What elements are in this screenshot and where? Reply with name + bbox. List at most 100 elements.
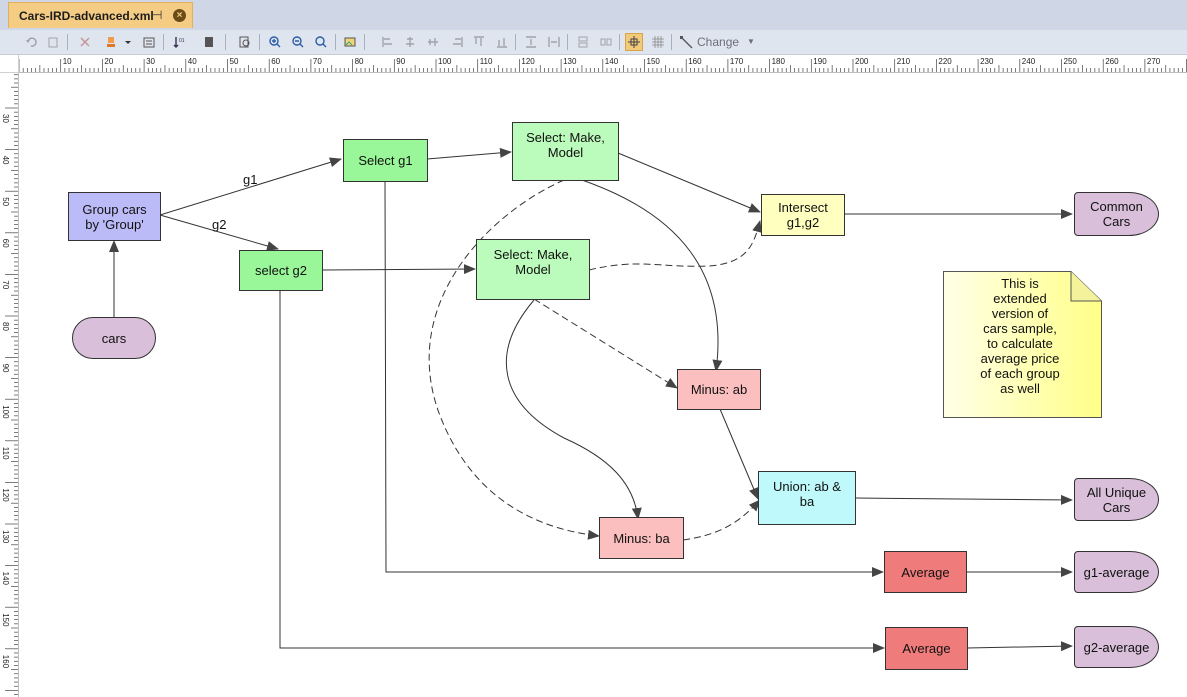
edge-select-make-model-b-to-minus-ab	[533, 298, 678, 389]
toolbar-separator	[567, 34, 568, 50]
common-cars-output[interactable]: Common Cars	[1074, 192, 1159, 236]
pin-icon[interactable]: ⊣	[152, 8, 162, 22]
align-middle-icon[interactable]	[424, 33, 442, 51]
ruler-label: 40	[1, 156, 10, 165]
ruler-label: 60	[271, 57, 280, 66]
toolbar-separator	[671, 34, 672, 50]
ruler-label: 230	[980, 57, 994, 66]
ruler-label: 90	[396, 57, 405, 66]
align-top-icon[interactable]	[470, 33, 488, 51]
diagram-toolbar: 01 Change ▼	[0, 30, 1187, 55]
ruler-label: 80	[355, 57, 364, 66]
ruler-label: 180	[772, 57, 786, 66]
ruler-label: 270	[1147, 57, 1161, 66]
document-tab-bar: Cars-IRD-advanced.xml ⊣ ×	[0, 0, 1187, 30]
ruler-corner	[0, 55, 19, 73]
ruler-label: 150	[1, 613, 10, 627]
edge-select-make-model-a-to-minus-ba	[428, 179, 600, 540]
comment-note[interactable]: This is extended version of cars sample,…	[943, 271, 1102, 418]
ruler-label: 40	[188, 57, 197, 66]
edge-minus-ab-to-union	[719, 408, 759, 500]
same-width-icon[interactable]	[597, 33, 615, 51]
close-icon[interactable]: ×	[173, 9, 186, 22]
properties-icon[interactable]	[140, 33, 158, 51]
g2-average-output[interactable]: g2-average	[1074, 626, 1159, 668]
undo-icon[interactable]	[22, 33, 40, 51]
ruler-label: 30	[146, 57, 155, 66]
redo-icon[interactable]	[44, 33, 62, 51]
ruler-label: 30	[1, 114, 10, 123]
diagram-canvas[interactable]: Group cars by 'Group' cars Select g1 sel…	[19, 73, 1187, 697]
toolbar-separator	[163, 34, 164, 50]
edge-average-g2-to-g2-average	[966, 641, 1073, 652]
edge-group-to-select-g1	[159, 157, 342, 216]
g1-average-output[interactable]: g1-average	[1074, 551, 1159, 593]
edge-select-make-model-b-to-minus-ba	[505, 299, 642, 520]
ruler-label: 120	[521, 57, 535, 66]
ruler-label: 200	[855, 57, 869, 66]
align-center-icon[interactable]	[401, 33, 419, 51]
edge-select-g2-to-select-make-model-b	[322, 264, 476, 275]
change-label: Change	[697, 35, 740, 49]
toolbar-separator	[259, 34, 260, 50]
edge-select-make-model-b-to-intersect	[588, 220, 762, 271]
ruler-label: 160	[1, 655, 10, 669]
ruler-label: 60	[1, 239, 10, 248]
ruler-label: 160	[688, 57, 702, 66]
align-right-icon[interactable]	[448, 33, 466, 51]
zoom-out-icon[interactable]	[289, 33, 307, 51]
toolbar-separator	[225, 34, 226, 50]
image-export-icon[interactable]	[341, 33, 359, 51]
intersect-node[interactable]: Intersect g1,g2	[761, 194, 845, 236]
same-height-icon[interactable]	[574, 33, 592, 51]
average-g2-node[interactable]: Average	[885, 627, 968, 670]
delete-icon[interactable]	[76, 33, 94, 51]
cars-terminal[interactable]: cars	[72, 317, 156, 359]
ruler-label: 80	[1, 322, 10, 331]
vertical-ruler: 30405060708090100110120130140150160170	[0, 73, 19, 697]
ruler-label: 120	[1, 488, 10, 502]
toolbar-separator	[335, 34, 336, 50]
all-unique-cars-output[interactable]: All Unique Cars	[1074, 478, 1159, 521]
document-tab-title: Cars-IRD-advanced.xml	[19, 9, 154, 23]
select-make-model-node[interactable]: Select: Make, Model	[512, 122, 619, 181]
chevron-down-icon[interactable]	[119, 33, 131, 51]
chevron-down-icon: ▼	[747, 37, 755, 46]
change-dropdown[interactable]: Change ▼	[678, 33, 756, 51]
minus-ba-node[interactable]: Minus: ba	[599, 517, 684, 559]
select-g2-node[interactable]: select g2	[239, 250, 323, 291]
note-text: This is extended version of cars sample,…	[980, 276, 1060, 396]
ruler-label: 170	[730, 57, 744, 66]
ruler-label: 190	[813, 57, 827, 66]
ruler-label: 210	[897, 57, 911, 66]
edge-select-make-model-a-to-minus-ab	[578, 178, 723, 372]
align-bottom-icon[interactable]	[493, 33, 511, 51]
document-tab[interactable]: Cars-IRD-advanced.xml ⊣ ×	[8, 2, 193, 28]
ruler-label: 70	[313, 57, 322, 66]
align-left-icon[interactable]	[379, 33, 397, 51]
ruler-label: 50	[1, 197, 10, 206]
zoom-fit-icon[interactable]	[312, 33, 330, 51]
union-node[interactable]: Union: ab & ba	[758, 471, 856, 525]
zoom-in-icon[interactable]	[266, 33, 284, 51]
average-g1-node[interactable]: Average	[884, 551, 967, 593]
horizontal-ruler: 10 20 30 40 50 60 70 80 90 100 110 120 130 140 150 160 1…	[19, 55, 1187, 73]
ruler-label: 90	[1, 364, 10, 373]
select-g1-node[interactable]: Select g1	[343, 139, 428, 182]
ruler-label: 260	[1105, 57, 1119, 66]
highlight-icon[interactable]	[102, 33, 120, 51]
grid-icon[interactable]	[649, 33, 667, 51]
toolbar-separator	[364, 34, 365, 50]
sort-icon[interactable]: 01	[170, 33, 188, 51]
book-icon[interactable]	[200, 33, 218, 51]
edge-select-make-model-a-to-intersect	[617, 152, 761, 213]
print-preview-icon[interactable]	[236, 33, 254, 51]
minus-ab-node[interactable]: Minus: ab	[677, 369, 761, 410]
snap-to-grid-icon[interactable]	[625, 33, 643, 51]
edge-select-g1-to-select-make-model-a	[426, 147, 512, 160]
ruler-label: 130	[1, 530, 10, 544]
distribute-horizontal-icon[interactable]	[545, 33, 563, 51]
select-make-model-node[interactable]: Select: Make, Model	[476, 239, 590, 300]
group-cars-node[interactable]: Group cars by 'Group'	[68, 192, 161, 241]
distribute-vertical-icon[interactable]	[522, 33, 540, 51]
